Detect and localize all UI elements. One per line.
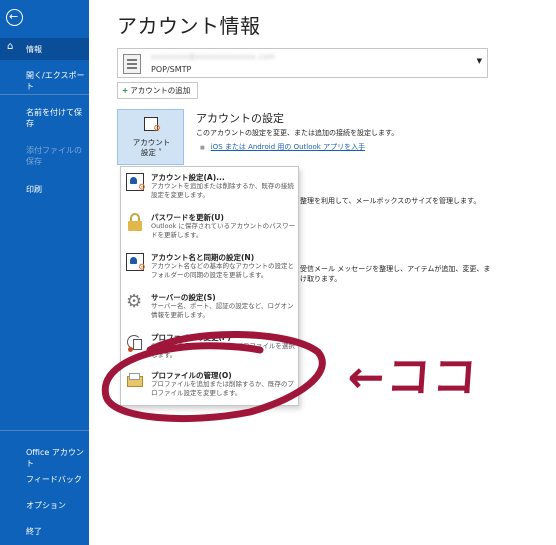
sidebar-item-office-account[interactable]: Office アカウント (0, 444, 89, 468)
account-settings-button[interactable]: ⚙ アカウント 設定 ˅ (117, 109, 184, 165)
background-text: け取ります。 (300, 275, 342, 283)
account-settings-icon: ⚙ (144, 117, 161, 134)
back-arrow-icon[interactable]: ← (6, 9, 23, 26)
sidebar-item-feedback[interactable]: フィードバック (0, 471, 89, 489)
sidebar-item-print[interactable]: 印刷 (0, 180, 89, 200)
section-title: アカウントの設定 (196, 112, 284, 125)
account-sync-icon: ⚙ (126, 253, 146, 273)
section-description: このアカウントの設定を変更、または追加の接続を設定します。 (196, 129, 399, 137)
background-text: 受信メール メッセージを整理し、アイテムが追加、変更、ま (300, 265, 491, 273)
backstage-sidebar: ← ⌂ 情報 開く/エクスポート 名前を付けて保存 添付ファイルの保存 印刷 O… (0, 0, 89, 545)
account-settings-menu: ⚙ アカウント設定(A)... アカウントを追加または削除するか、既存の接続設定… (120, 166, 299, 406)
sidebar-divider (0, 94, 89, 95)
account-settings-icon: ⚙ (126, 173, 146, 193)
add-account-button[interactable]: + アカウントの追加 (117, 82, 198, 99)
sidebar-item-exit[interactable]: 終了 (0, 523, 89, 541)
menu-item-change-profile[interactable]: プロファイルの変更(P) Outlook を再起動して、別のプロファイルを選択し… (121, 329, 298, 367)
account-type: POP/SMTP (151, 65, 192, 74)
sidebar-item-options[interactable]: オプション (0, 497, 89, 515)
lock-icon (126, 213, 144, 231)
sidebar-item-save-as[interactable]: 名前を付けて保存 (0, 104, 89, 130)
menu-item-server-settings[interactable]: ⚙ サーバーの設定(S) サーバー名、ポート、認証の設定など、ログオン情報を更新… (121, 289, 298, 329)
annotation-text: ←ココ (345, 352, 481, 403)
page-title: アカウント情報 (117, 14, 261, 38)
tile-label-line1: アカウント (132, 138, 171, 147)
account-icon (123, 54, 141, 74)
profile-change-icon (126, 333, 144, 352)
menu-item-name-sync-settings[interactable]: ⚙ アカウント名と同期の設定(N) アカウント名などの基本的なアカウントの設定と… (121, 249, 298, 289)
plus-icon: + (122, 86, 129, 95)
home-icon: ⌂ (7, 41, 14, 52)
menu-item-update-password[interactable]: パスワードを更新(U) Outlook に保存されているアカウントのパスワードを… (121, 209, 298, 249)
sidebar-item-open-export[interactable]: 開く/エクスポート (0, 64, 89, 91)
account-email: xxxxxxxx@xxxxxxxxxxxxx.com (151, 53, 276, 61)
sidebar-item-save-attachments: 添付ファイルの保存 (26, 146, 82, 166)
sidebar-divider (0, 430, 89, 431)
chevron-down-icon: ▼ (476, 57, 482, 65)
background-text: 整理を利用して、メールボックスのサイズを管理します。 (300, 197, 481, 205)
profile-folder-icon (126, 371, 144, 389)
tile-label-line2: 設定 ˅ (140, 148, 163, 157)
gear-icon: ⚙ (126, 291, 143, 312)
menu-item-account-settings[interactable]: ⚙ アカウント設定(A)... アカウントを追加または削除するか、既存の接続設定… (121, 169, 298, 209)
outlook-app-link[interactable]: iOS または Android 用の Outlook アプリを入手 (200, 142, 365, 152)
account-dropdown[interactable]: xxxxxxxx@xxxxxxxxxxxxx.com POP/SMTP ▼ (117, 48, 488, 78)
menu-item-manage-profiles[interactable]: プロファイルの管理(O) プロファイルを追加または削除するか、既存のプロファイル… (121, 367, 298, 405)
sidebar-item-info[interactable]: ⌂ 情報 (0, 38, 89, 60)
add-account-label: アカウントの追加 (130, 86, 191, 95)
